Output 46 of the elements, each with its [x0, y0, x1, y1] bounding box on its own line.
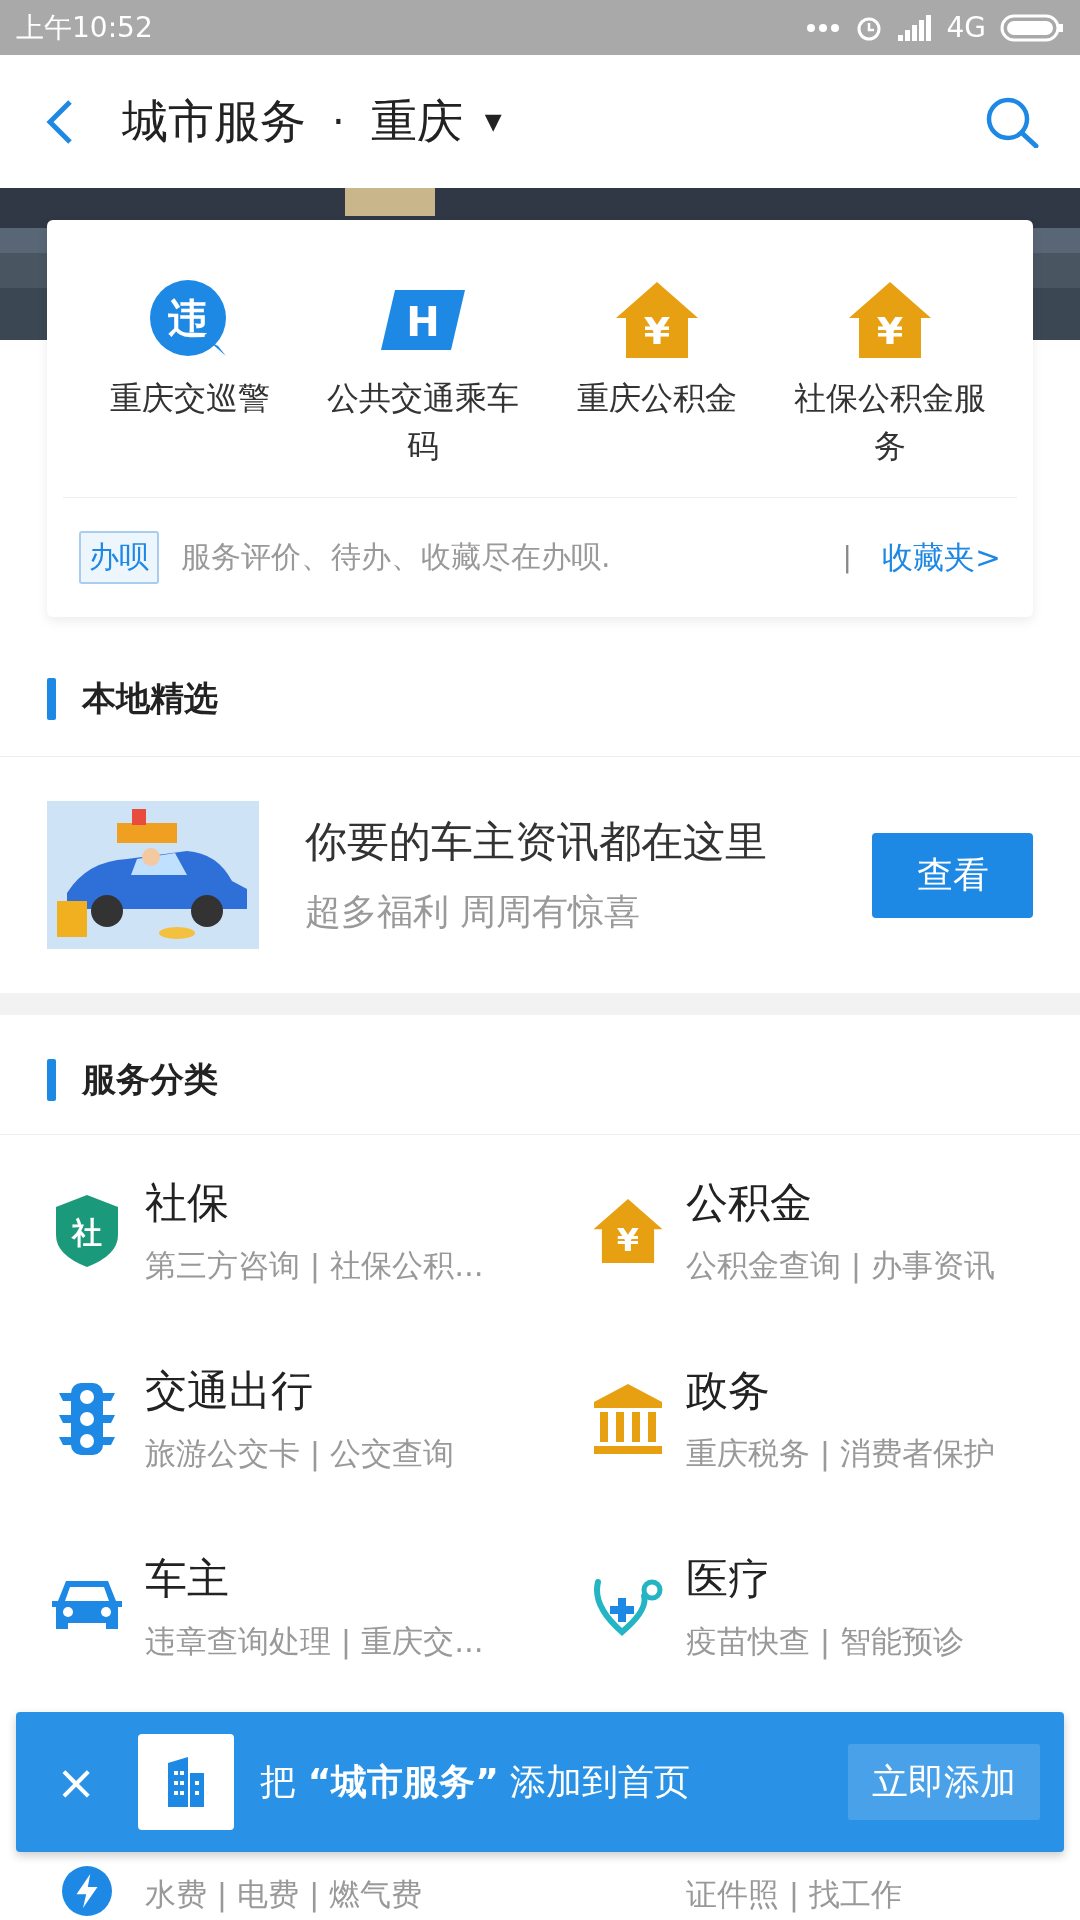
category-subtitle: 违章查询处理 | 重庆交...: [145, 1622, 484, 1662]
service-label[interactable]: 公共交通乘车码: [313, 374, 534, 470]
title-separator: ·: [332, 98, 345, 145]
category-title[interactable]: 公积金: [686, 1175, 996, 1231]
promo-subtitle: 超多福利 周周有惊喜: [305, 889, 642, 934]
section-marker: [47, 1058, 56, 1101]
view-button[interactable]: 查看: [872, 832, 1033, 918]
building-icon: [166, 1757, 207, 1807]
battery-icon: [1000, 13, 1064, 42]
status-time: 上午10:52: [16, 9, 153, 46]
category-subtitle: 第三方咨询 | 社保公积...: [145, 1246, 484, 1286]
service-label[interactable]: 重庆公积金: [546, 374, 767, 422]
bank-icon[interactable]: [594, 1384, 662, 1454]
category-subtitle: 证件照 | 找工作: [686, 1875, 903, 1915]
search-icon[interactable]: [984, 95, 1040, 148]
category-subtitle: 旅游公交卡 | 公交查询: [145, 1434, 455, 1474]
category-title[interactable]: 交通出行: [145, 1363, 455, 1419]
category-subtitle: 公积金查询 | 办事资讯: [686, 1246, 996, 1286]
divider-mark: |: [842, 541, 852, 574]
dropdown-caret[interactable]: ▼: [484, 109, 502, 134]
more-icon: [806, 22, 841, 33]
category-subtitle: 重庆税务 | 消费者保护: [686, 1434, 996, 1474]
category-title[interactable]: 政务: [686, 1363, 996, 1419]
add-prompt-message: 把 “城市服务” 添加到首页: [260, 1759, 691, 1804]
banbei-description: 服务评价、待办、收藏尽在办呗.: [181, 538, 611, 576]
city-selector[interactable]: 重庆: [370, 90, 463, 153]
service-label[interactable]: 重庆交巡警: [79, 374, 300, 422]
lightning-icon[interactable]: [62, 1866, 112, 1916]
network-label: 4G: [946, 11, 986, 44]
category-subtitle: 疫苗快查 | 智能预诊: [686, 1622, 965, 1662]
category-title[interactable]: 社保: [145, 1175, 484, 1231]
service-label[interactable]: 社保公积金服务: [780, 374, 1001, 470]
category-subtitle: 水费 | 电费 | 燃气费: [145, 1875, 423, 1915]
favorites-link[interactable]: 收藏夹>: [882, 536, 1001, 579]
promo-title: 你要的车主资讯都在这里: [305, 815, 767, 868]
section-marker: [47, 677, 56, 720]
category-title[interactable]: 医疗: [686, 1551, 965, 1607]
signal-icon: [898, 14, 933, 41]
page-title: 城市服务: [122, 92, 306, 150]
traffic-light-icon[interactable]: [59, 1383, 115, 1455]
section-title: 服务分类: [82, 1057, 218, 1101]
category-title[interactable]: 车主: [145, 1551, 484, 1607]
stethoscope-icon[interactable]: [592, 1576, 664, 1638]
section-title: 本地精选: [82, 676, 218, 720]
back-icon[interactable]: [44, 99, 74, 144]
shield-icon[interactable]: 社: [56, 1195, 118, 1267]
